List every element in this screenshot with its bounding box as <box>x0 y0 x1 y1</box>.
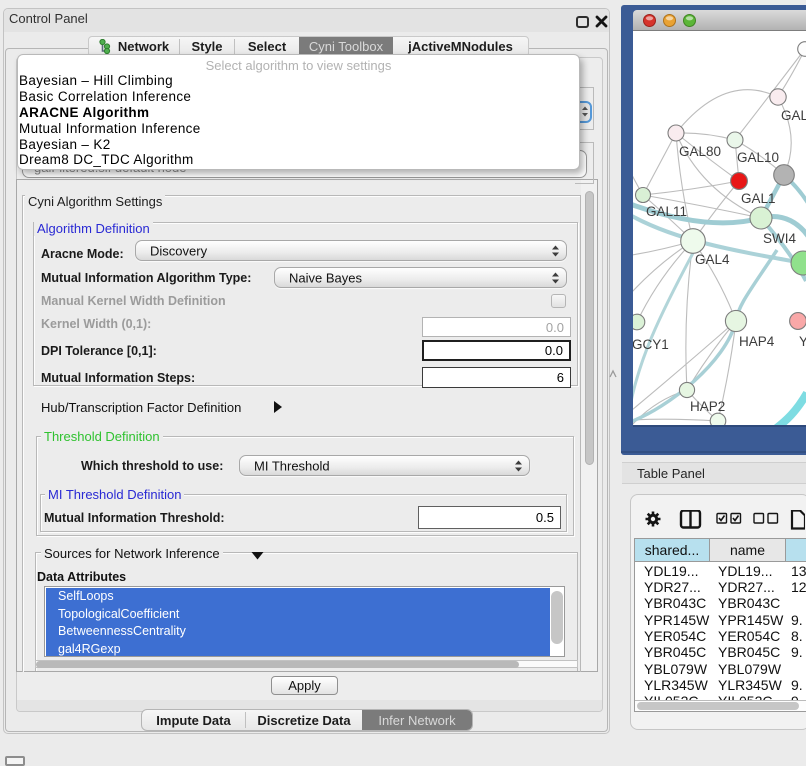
svg-text:GAL10: GAL10 <box>737 150 779 165</box>
svg-text:GCY1: GCY1 <box>633 337 669 352</box>
svg-text:GAL4: GAL4 <box>695 252 730 267</box>
svg-text:GAL1: GAL1 <box>741 191 776 206</box>
svg-text:HAP2: HAP2 <box>690 399 725 414</box>
svg-text:HAP4: HAP4 <box>739 334 775 349</box>
svg-text:GAL80: GAL80 <box>679 144 721 159</box>
svg-text:SWI4: SWI4 <box>763 231 796 246</box>
svg-text:GAL11: GAL11 <box>646 204 687 219</box>
svg-text:GAL: GAL <box>781 108 806 123</box>
svg-text:Y: Y <box>799 334 806 349</box>
